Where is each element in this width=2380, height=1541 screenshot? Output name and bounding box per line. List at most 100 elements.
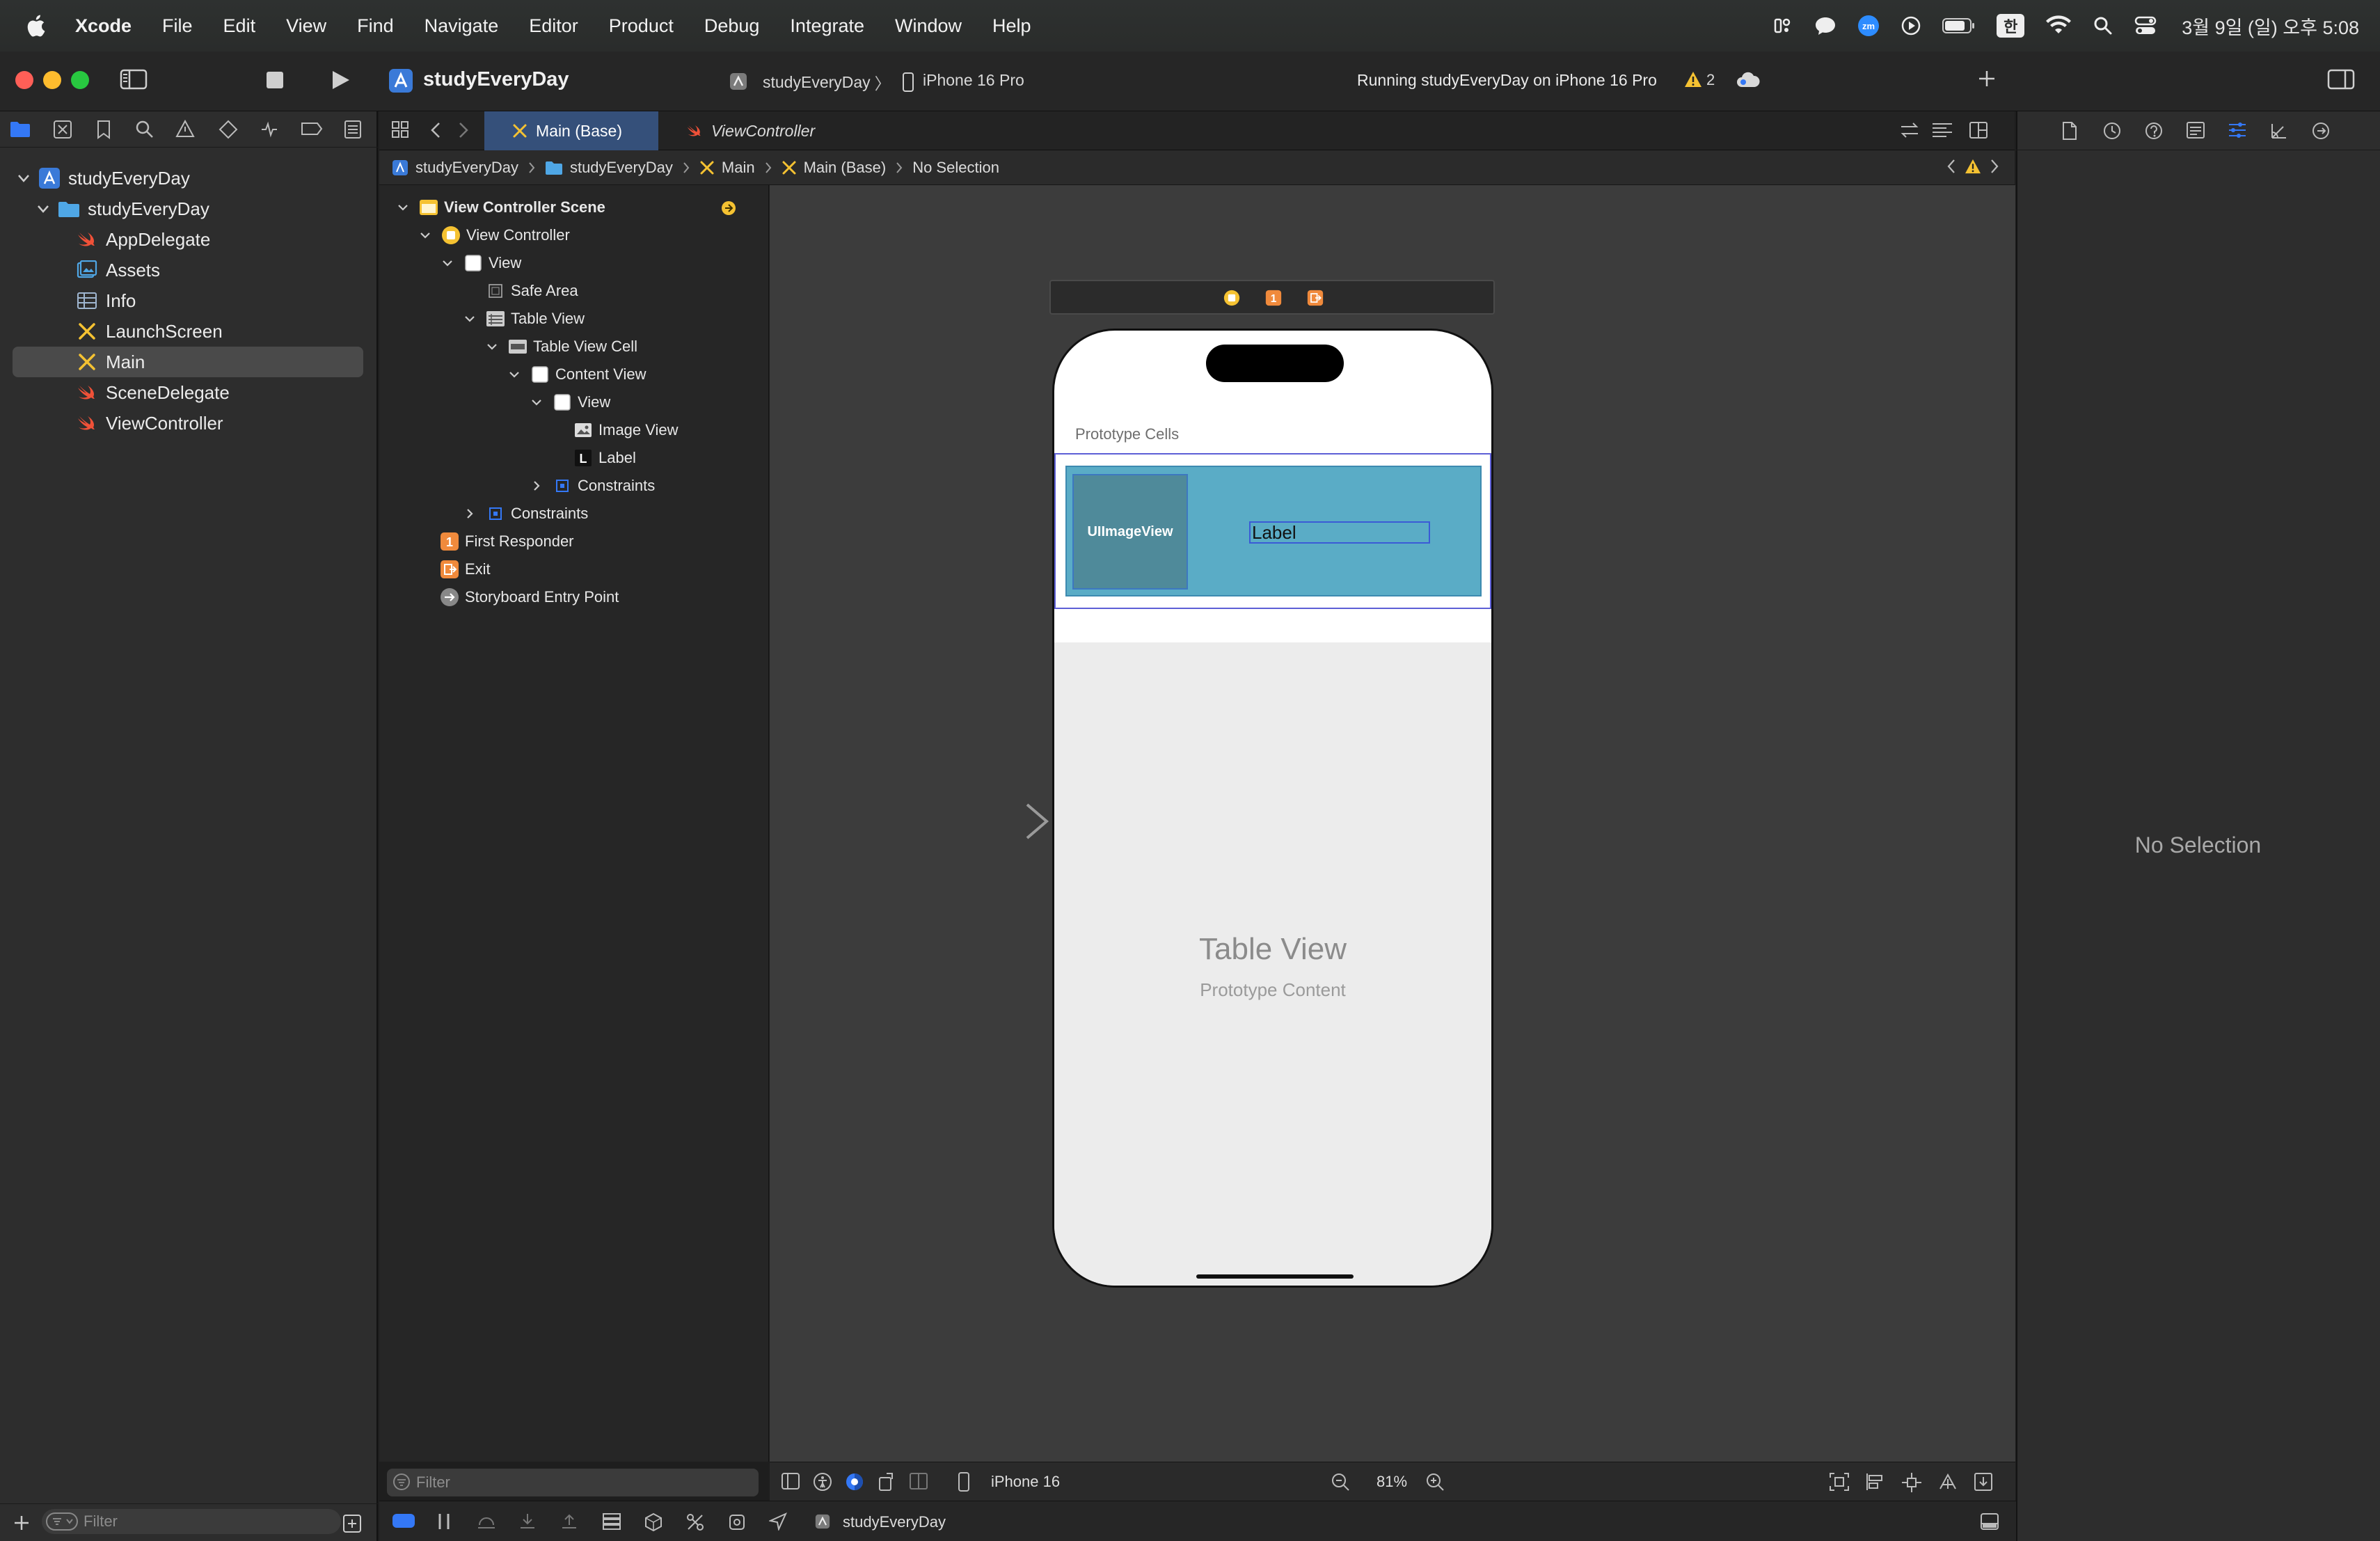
orientation-icon[interactable] (877, 1472, 896, 1492)
breadcrumb-selection[interactable]: No Selection (912, 159, 999, 177)
play-status-icon[interactable] (1901, 15, 1921, 36)
view-controller-dock-icon[interactable] (1223, 290, 1240, 306)
breakpoint-navigator-icon[interactable] (301, 121, 323, 136)
zoom-in-icon[interactable] (1425, 1472, 1445, 1492)
location-arrow-icon[interactable] (769, 1512, 787, 1531)
breadcrumb-group[interactable]: studyEveryDay (545, 159, 673, 177)
back-chevron-icon[interactable] (429, 121, 442, 139)
menu-window[interactable]: Window (895, 15, 962, 37)
outline-item-safe-area[interactable]: Safe Area (486, 277, 578, 305)
source-control-filter-icon[interactable] (342, 1514, 362, 1533)
close-window-button[interactable] (15, 71, 33, 89)
next-issue-chevron-icon[interactable] (1990, 159, 1999, 174)
update-frames-icon[interactable] (1829, 1472, 1850, 1492)
quick-help-inspector-icon[interactable] (2144, 121, 2164, 141)
attributes-inspector-icon[interactable] (2228, 121, 2247, 139)
file-inspector-icon[interactable] (2062, 121, 2077, 141)
menu-app-name[interactable]: Xcode (75, 15, 132, 37)
menu-debug[interactable]: Debug (704, 15, 760, 37)
related-items-grid-icon[interactable] (390, 120, 410, 139)
chevron-down-icon[interactable] (507, 370, 522, 379)
issue-navigator-icon[interactable] (175, 120, 195, 138)
navigator-filter-input[interactable]: Filter (42, 1509, 341, 1534)
minimize-window-button[interactable] (43, 71, 61, 89)
find-navigator-icon[interactable] (135, 120, 154, 139)
cloud-status-icon[interactable] (1736, 71, 1761, 89)
outline-filter-input[interactable]: Filter (387, 1469, 759, 1496)
warning-icon[interactable] (1684, 71, 1702, 88)
resolve-issues-icon[interactable] (1937, 1472, 1958, 1492)
step-out-icon[interactable] (560, 1512, 578, 1531)
nav-item-main[interactable]: Main (13, 347, 363, 377)
outline-item-exit[interactable]: Exit (440, 555, 491, 583)
apple-menu-icon[interactable] (25, 0, 61, 52)
nav-item-info[interactable]: Info (0, 285, 364, 316)
add-constraints-icon[interactable] (1901, 1472, 1922, 1493)
chevron-down-icon[interactable] (35, 204, 51, 214)
appearance-toggle-icon[interactable] (845, 1472, 864, 1492)
filter-options-icon[interactable] (46, 1512, 78, 1531)
environment-overrides-icon[interactable] (685, 1512, 705, 1532)
menu-file[interactable]: File (162, 15, 193, 37)
add-file-icon[interactable] (13, 1514, 31, 1532)
outline-item-first-responder[interactable]: 1 First Responder (440, 528, 574, 555)
outline-item-scene[interactable]: View Controller Scene (395, 193, 605, 221)
identity-inspector-icon[interactable] (2186, 121, 2205, 139)
zoom-level[interactable]: 81% (1377, 1473, 1407, 1491)
iphone-frame[interactable]: Prototype Cells UIImageView Label Table … (1052, 329, 1493, 1288)
device-layout-icon[interactable] (909, 1472, 928, 1490)
chevron-right-icon[interactable] (462, 508, 477, 519)
split-editor-icon[interactable] (1969, 121, 1988, 139)
device-iphone-icon[interactable] (958, 1472, 970, 1492)
menu-edit[interactable]: Edit (223, 15, 256, 37)
toggle-navigator-icon[interactable] (120, 68, 148, 90)
forward-chevron-icon[interactable] (457, 121, 470, 139)
scene-status-dot-icon[interactable] (721, 200, 736, 216)
chevron-right-icon[interactable] (529, 480, 544, 491)
chevron-down-icon[interactable] (395, 203, 411, 212)
connections-inspector-icon[interactable] (2311, 121, 2331, 141)
control-center-icon[interactable] (2134, 15, 2157, 36)
embed-in-icon[interactable] (1974, 1472, 1993, 1492)
align-icon[interactable] (1865, 1472, 1885, 1492)
entry-point-arrow[interactable] (938, 800, 1049, 842)
menu-product[interactable]: Product (609, 15, 674, 37)
breadcrumb-main[interactable]: Main (699, 159, 755, 177)
messages-status-icon[interactable] (1814, 15, 1836, 36)
chevron-down-icon[interactable] (529, 398, 544, 406)
nav-item-viewcontroller[interactable]: ViewController (0, 408, 364, 438)
previous-issue-chevron-icon[interactable] (1946, 159, 1956, 174)
zoom-status-icon[interactable]: zm (1857, 15, 1880, 37)
spotlight-search-icon[interactable] (2093, 15, 2113, 36)
chevron-down-icon[interactable] (462, 315, 477, 323)
outline-item-view-controller[interactable]: View Controller (418, 221, 570, 249)
test-navigator-icon[interactable] (219, 120, 238, 139)
chevron-down-icon[interactable] (484, 342, 500, 351)
nav-item-launchscreen[interactable]: LaunchScreen (0, 316, 364, 347)
outline-item-image-view[interactable]: Image View (573, 416, 679, 444)
outline-item-content-view[interactable]: Content View (507, 361, 646, 388)
outline-item-constraints-outer[interactable]: Constraints (462, 500, 588, 528)
project-title[interactable]: studyEveryDay (423, 68, 569, 91)
cell-label[interactable]: Label (1249, 521, 1430, 544)
debug-area-toggle-icon[interactable] (392, 1512, 415, 1529)
nav-item-project[interactable]: studyEveryDay (0, 163, 364, 193)
input-method-icon[interactable]: 한 (1997, 14, 2025, 38)
wifi-icon[interactable] (2045, 15, 2072, 36)
view-hierarchy-icon[interactable] (602, 1512, 621, 1531)
battery-icon[interactable] (1942, 17, 1976, 34)
project-navigator-folder-icon[interactable] (10, 120, 31, 138)
scheme-selector[interactable]: studyEveryDay 〉 (763, 67, 898, 97)
outline-item-entry-point[interactable]: Storyboard Entry Point (440, 583, 619, 611)
tab-viewcontroller[interactable]: ViewController (658, 111, 846, 150)
hide-debug-area-icon[interactable] (1980, 1512, 1999, 1531)
debug-process-name[interactable]: studyEveryDay (843, 1513, 946, 1531)
outline-item-inner-view[interactable]: View (529, 388, 610, 416)
tab-main-base[interactable]: Main (Base) (484, 111, 658, 150)
chevron-down-icon[interactable] (440, 259, 455, 267)
chevron-down-icon[interactable] (15, 173, 32, 183)
nav-item-assets[interactable]: Assets (0, 255, 364, 285)
accessibility-icon[interactable] (813, 1472, 832, 1492)
outline-item-table-view[interactable]: Table View (462, 305, 585, 333)
outline-item-table-view-cell[interactable]: Table View Cell (484, 333, 637, 361)
